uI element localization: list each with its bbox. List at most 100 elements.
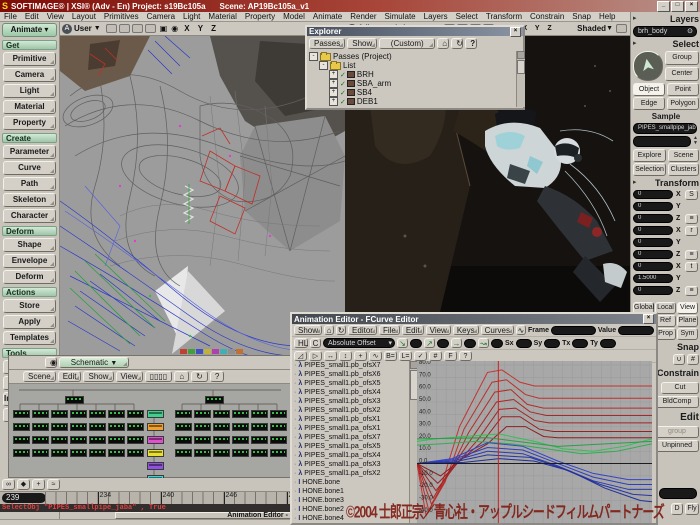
track-expand-icon[interactable]: · — [294, 371, 296, 378]
schematic-menu-scene[interactable]: Scene — [23, 371, 56, 382]
menu-property[interactable]: Property — [241, 12, 279, 21]
schematic-hub-node[interactable] — [205, 396, 224, 404]
transform-t-x-field[interactable]: 0 — [633, 262, 673, 271]
schematic-special-node[interactable] — [147, 462, 164, 470]
expand-icon[interactable]: + — [329, 88, 338, 97]
ref-mode-sym[interactable]: Sym — [677, 328, 698, 340]
schematic-node[interactable] — [232, 449, 249, 457]
fcurve-tool-icon-6[interactable]: B= — [384, 351, 397, 361]
schematic-menu-show[interactable]: Show — [83, 371, 113, 382]
memo-cam-1[interactable] — [106, 24, 117, 33]
schematic-node[interactable] — [175, 436, 192, 444]
wave-icon[interactable]: ≈ — [47, 479, 60, 490]
bldcomp-button[interactable]: BldComp — [655, 396, 699, 408]
tangent-field[interactable] — [410, 339, 422, 348]
r-options-button[interactable]: ≡ — [685, 250, 698, 260]
track-expand-icon[interactable]: · — [294, 470, 296, 477]
light-button[interactable]: Light — [3, 84, 56, 98]
cut-button[interactable]: Cut — [661, 382, 699, 394]
fcurve-menu-view[interactable]: View — [426, 325, 451, 335]
schematic-node[interactable] — [108, 410, 125, 418]
custom-filter-menu[interactable]: (Custom) — [379, 38, 435, 49]
axis-labels[interactable]: X Y Z — [522, 25, 554, 32]
schematic-node[interactable] — [32, 423, 49, 431]
transform-t-z-field[interactable]: 0 — [633, 286, 673, 295]
fcurve-track[interactable]: ·λPIPES_small1.pb_ofsX1 — [292, 415, 409, 424]
track-expand-icon[interactable]: · — [294, 452, 296, 459]
schematic-node[interactable] — [127, 436, 144, 444]
schematic-node[interactable] — [89, 449, 106, 457]
schematic-node[interactable] — [213, 449, 230, 457]
explorer-title-bar[interactable]: Explorer × — [307, 27, 523, 36]
minimize-button[interactable]: _ — [657, 1, 670, 12]
schematic-node[interactable] — [175, 449, 192, 457]
fcurve-menu-keys[interactable]: Keys — [453, 325, 479, 335]
primitive-button[interactable]: Primitive — [3, 52, 56, 66]
schematic-node[interactable] — [32, 436, 49, 444]
schematic-menu-edit[interactable]: Edit — [58, 371, 82, 382]
tangent-icon[interactable]: → — [451, 338, 462, 348]
schematic-node[interactable] — [251, 436, 268, 444]
schematic-node[interactable] — [213, 410, 230, 418]
fcurve-tool-icon-8[interactable]: ✓ — [414, 351, 427, 361]
passes-menu[interactable]: Passes — [309, 38, 345, 49]
grid-snap-icon[interactable]: # — [687, 354, 699, 365]
menu-layers[interactable]: Layers — [420, 12, 452, 21]
s-options-button[interactable]: ≡ — [685, 214, 698, 224]
track-expand-icon[interactable]: · — [294, 362, 296, 369]
expand-icon[interactable]: + — [329, 70, 338, 79]
fcurve-track[interactable]: ·ƖHONE.bone — [292, 478, 409, 487]
explorer-window[interactable]: Explorer × Passes Show (Custom) ⌂ ↻ ? -P… — [305, 25, 525, 110]
refresh-icon[interactable]: ↻ — [191, 371, 208, 382]
fcurve-track[interactable]: ·λPIPES_small1.pb_ofsX6 — [292, 370, 409, 379]
fcurve-track[interactable]: ·λPIPES_small1.pb_ofsX2 — [292, 406, 409, 415]
fcurve-tool-icon-9[interactable]: # — [429, 351, 442, 361]
fcurve-graph[interactable]: 80.070.060.050.040.030.020.010.00.0-10.0… — [417, 361, 652, 523]
track-expand-icon[interactable]: · — [294, 479, 296, 486]
track-expand-icon[interactable]: · — [294, 443, 296, 450]
memo-cam-4[interactable] — [145, 24, 156, 33]
fcurve-track-list[interactable]: ·λPIPES_small1.pb_ofsX7·λPIPES_small1.pb… — [292, 361, 409, 523]
srt-field-sx[interactable] — [516, 339, 532, 348]
menu-edit[interactable]: Edit — [21, 12, 43, 21]
resize-icon[interactable] — [616, 24, 627, 33]
keyframe-icon[interactable]: ◆ — [17, 479, 30, 490]
deform-button[interactable]: Deform — [3, 270, 56, 284]
fcurve-track[interactable]: ·λPIPES_small1.pb_ofsX5 — [292, 379, 409, 388]
transform-r-z-field[interactable]: 0 — [633, 250, 673, 259]
srt-field-sy[interactable] — [544, 339, 560, 348]
tree-item-deb1[interactable]: +✓DEB1 — [309, 97, 515, 106]
menu-material[interactable]: Material — [204, 12, 240, 21]
group-button[interactable]: Group — [665, 51, 699, 65]
key-icon[interactable]: ∿ — [516, 325, 526, 335]
fcurve-tool-icon-7[interactable]: L= — [399, 351, 412, 361]
transform-r-x-field[interactable]: 0 — [633, 226, 673, 235]
lock-icon[interactable]: ⌂ — [437, 38, 449, 49]
spinner-arrows[interactable]: ▲▼ — [693, 136, 698, 146]
lock-icon[interactable]: ⌂ — [324, 325, 334, 335]
schematic-node[interactable] — [194, 449, 211, 457]
menu-simulate[interactable]: Simulate — [381, 12, 420, 21]
schematic-node[interactable] — [89, 410, 106, 418]
fcurve-track[interactable]: ·λPIPES_small1.pa_ofsX3 — [292, 460, 409, 469]
fcurve-tool-icon-3[interactable]: ↕ — [339, 351, 352, 361]
schematic-node[interactable] — [32, 410, 49, 418]
fcurve-menu-curves[interactable]: Curves — [481, 325, 514, 335]
schematic-special-node[interactable] — [147, 423, 164, 431]
schematic-node[interactable] — [213, 423, 230, 431]
store-button[interactable]: Store — [3, 299, 56, 313]
apply-button[interactable]: Apply — [3, 315, 56, 329]
menu-animate[interactable]: Animate — [309, 12, 346, 21]
schematic-node[interactable] — [194, 423, 211, 431]
schematic-node[interactable] — [89, 423, 106, 431]
selection-extra-field[interactable] — [633, 136, 691, 147]
show-menu[interactable]: Show — [294, 325, 322, 335]
schematic-node[interactable] — [13, 436, 30, 444]
fcurve-track[interactable]: ·λPIPES_small1.pa_ofsX7 — [292, 433, 409, 442]
fcurve-tool-icon-11[interactable]: ? — [459, 351, 472, 361]
close-button[interactable]: × — [685, 1, 698, 12]
add-icon[interactable]: + — [32, 479, 45, 490]
track-expand-icon[interactable]: · — [294, 461, 296, 468]
envelope-button[interactable]: Envelope — [3, 254, 56, 268]
help-icon[interactable]: ? — [210, 371, 224, 382]
